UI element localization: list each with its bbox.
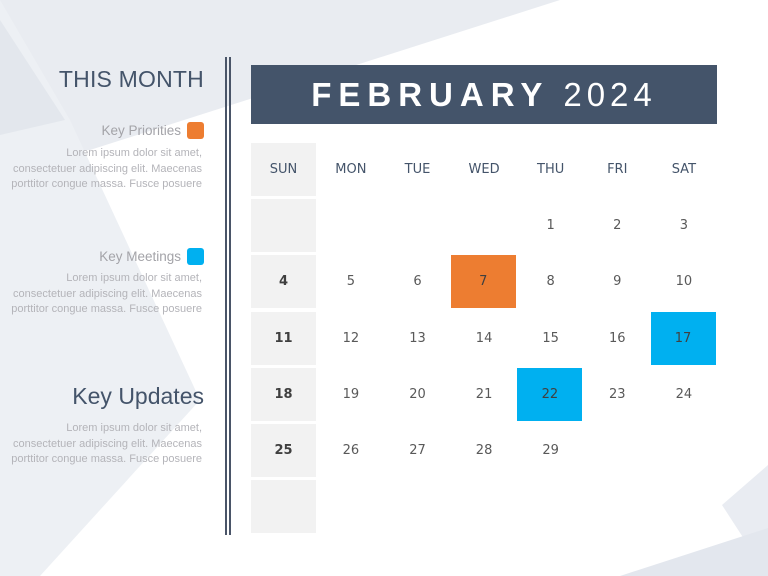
day-number: 16 bbox=[608, 330, 626, 346]
day-number: 9 bbox=[613, 274, 622, 290]
day-number: 5 bbox=[346, 274, 356, 290]
day-number: 10 bbox=[675, 274, 693, 290]
day-cell-14[interactable]: 14 bbox=[451, 312, 518, 365]
day-cell-12[interactable]: 12 bbox=[318, 312, 385, 365]
day-number: 14 bbox=[475, 330, 493, 346]
empty-day-cell bbox=[584, 424, 651, 477]
calendar-grid: SUN MON TUE WED THU FRI SAT 1 2 3 4 5 6 7 8 9 10 11 12 13 14… bbox=[251, 143, 717, 536]
blue-swatch-icon bbox=[187, 248, 204, 265]
empty-day-cell bbox=[451, 480, 518, 533]
day-cell-20[interactable]: 20 bbox=[384, 368, 451, 421]
divider-line-left bbox=[225, 57, 227, 535]
empty-day-cell bbox=[517, 480, 584, 533]
day-cell-18[interactable]: 18 bbox=[251, 367, 316, 421]
key-updates-heading: Key Updates bbox=[72, 383, 204, 409]
day-number: 21 bbox=[475, 386, 493, 402]
day-number: 19 bbox=[342, 386, 360, 402]
day-cell-2[interactable]: 2 bbox=[584, 199, 651, 252]
day-cell-25[interactable]: 25 bbox=[251, 423, 316, 477]
day-number: 23 bbox=[608, 386, 626, 402]
day-number: 4 bbox=[278, 274, 289, 290]
empty-day-cell bbox=[651, 480, 718, 533]
day-number: 3 bbox=[679, 218, 688, 234]
legend-label: Key Priorities bbox=[101, 123, 181, 138]
day-number: 1 bbox=[546, 218, 555, 234]
day-cell-15[interactable]: 15 bbox=[517, 312, 584, 365]
empty-day-cell bbox=[384, 199, 451, 252]
day-cell-17[interactable]: 17 bbox=[650, 311, 716, 365]
weekday-header-sun: SUN bbox=[251, 143, 316, 196]
empty-day-cell bbox=[584, 480, 651, 533]
day-cell-23[interactable]: 23 bbox=[584, 368, 651, 421]
meetings-description: Lorem ipsum dolor sit amet, consectetuer… bbox=[11, 272, 202, 315]
legend-key-meetings: Key Meetings bbox=[99, 248, 204, 265]
day-cell-13[interactable]: 13 bbox=[384, 312, 451, 365]
this-month-heading: THIS MONTH bbox=[58, 66, 204, 92]
day-number: 2 bbox=[613, 218, 622, 234]
day-cell-1[interactable]: 1 bbox=[517, 199, 584, 252]
day-cell-11[interactable]: 11 bbox=[251, 311, 316, 365]
empty-day-cell bbox=[318, 199, 385, 252]
day-number: 29 bbox=[542, 442, 559, 458]
day-cell-3[interactable]: 3 bbox=[651, 199, 718, 252]
day-cell-4[interactable]: 4 bbox=[251, 255, 316, 309]
empty-day-cell bbox=[384, 480, 451, 533]
legend-label: Key Meetings bbox=[99, 249, 181, 264]
weekday-header-wed: WED bbox=[468, 162, 500, 177]
day-cell-5[interactable]: 5 bbox=[318, 255, 385, 308]
updates-description: Lorem ipsum dolor sit amet, consectetuer… bbox=[11, 422, 202, 465]
orange-swatch-icon bbox=[187, 122, 204, 139]
sidebar: THIS MONTH Key Priorities Lorem ipsum do… bbox=[0, 0, 212, 576]
day-number: 18 bbox=[274, 386, 293, 402]
empty-day-cell bbox=[318, 480, 385, 533]
calendar-header: FEBRUARY 2024 bbox=[251, 65, 717, 124]
day-number: 15 bbox=[542, 330, 559, 346]
weekday-header-mon: MON bbox=[335, 162, 367, 177]
legend-key-priorities: Key Priorities bbox=[101, 122, 204, 139]
day-cell-24[interactable]: 24 bbox=[651, 368, 718, 421]
day-cell-28[interactable]: 28 bbox=[451, 424, 518, 477]
day-cell-19[interactable]: 19 bbox=[318, 368, 385, 421]
day-cell-7[interactable]: 7 bbox=[450, 255, 516, 309]
empty-day-cell bbox=[451, 199, 518, 252]
empty-day-cell bbox=[251, 480, 316, 534]
empty-day-cell bbox=[651, 424, 718, 477]
day-cell-29[interactable]: 29 bbox=[517, 424, 584, 477]
day-cell-10[interactable]: 10 bbox=[651, 255, 718, 308]
day-cell-9[interactable]: 9 bbox=[584, 255, 651, 308]
day-cell-27[interactable]: 27 bbox=[384, 424, 451, 477]
day-number: 26 bbox=[342, 442, 360, 458]
day-number: 13 bbox=[409, 330, 426, 346]
month-name: FEBRUARY bbox=[311, 75, 550, 113]
year: 2024 bbox=[563, 75, 657, 113]
day-number: 28 bbox=[475, 442, 493, 458]
weekday-header-tue: TUE bbox=[404, 162, 431, 177]
weekday-header-sat: SAT bbox=[671, 162, 697, 177]
day-cell-16[interactable]: 16 bbox=[584, 312, 651, 365]
empty-day-cell bbox=[251, 199, 316, 253]
day-number: 6 bbox=[413, 274, 422, 290]
divider-line-right bbox=[229, 57, 231, 535]
day-number: 11 bbox=[274, 330, 293, 346]
priorities-description: Lorem ipsum dolor sit amet, consectetuer… bbox=[11, 147, 202, 190]
day-number: 8 bbox=[546, 274, 555, 290]
day-cell-22[interactable]: 22 bbox=[517, 367, 583, 421]
day-cell-26[interactable]: 26 bbox=[318, 424, 385, 477]
day-cell-6[interactable]: 6 bbox=[384, 255, 451, 308]
day-number: 22 bbox=[541, 386, 559, 402]
day-number: 12 bbox=[342, 330, 360, 346]
day-cell-21[interactable]: 21 bbox=[451, 368, 518, 421]
weekday-header-fri: FRI bbox=[607, 162, 628, 177]
day-number: 17 bbox=[674, 330, 692, 346]
day-number: 20 bbox=[409, 386, 426, 402]
day-number: 27 bbox=[409, 442, 426, 458]
weekday-header-thu: THU bbox=[537, 162, 565, 177]
day-number: 24 bbox=[675, 386, 693, 402]
day-cell-8[interactable]: 8 bbox=[517, 255, 584, 308]
day-number: 7 bbox=[479, 274, 488, 290]
day-number: 25 bbox=[274, 442, 293, 458]
